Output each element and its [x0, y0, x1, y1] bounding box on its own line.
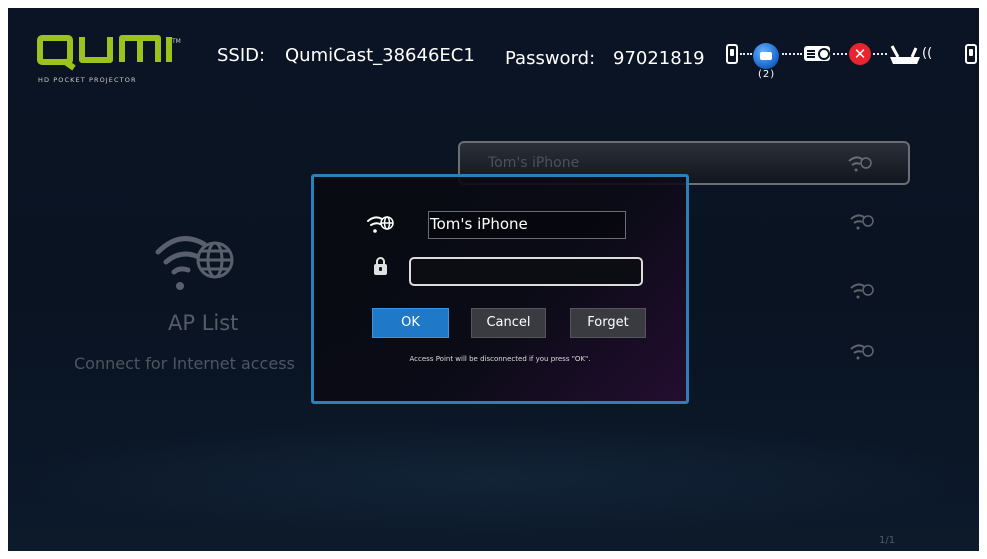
connection-dots	[873, 53, 887, 57]
wifi-globe-icon	[155, 236, 234, 290]
wifi-globe-icon	[848, 156, 872, 172]
password-label: Password:	[505, 48, 596, 69]
ok-button[interactable]: OK	[372, 308, 449, 338]
connection-dots	[833, 53, 847, 57]
qumicast-icon	[753, 43, 779, 69]
page-indicator: 1/1	[879, 535, 896, 546]
x-circle-icon: ✕	[849, 43, 871, 65]
cancel-button[interactable]: Cancel	[471, 308, 546, 338]
router-icon	[890, 45, 920, 64]
forget-button[interactable]: Forget	[570, 308, 646, 338]
wifi-globe-icon	[850, 214, 874, 230]
disconnect-warning: Access Point will be disconnected if you…	[409, 355, 591, 363]
trademark-mark: TM	[172, 38, 181, 45]
wifi-globe-icon	[367, 216, 394, 233]
logo-tagline: HD POCKET PROJECTOR	[38, 76, 137, 84]
ap-name-field[interactable]: Tom's iPhone	[428, 211, 626, 239]
ap-list-title: AP List	[168, 311, 239, 335]
qumi-logo: TM HD POCKET PROJECTOR	[36, 34, 186, 90]
ap-list-subtitle: Connect for Internet access	[74, 354, 295, 373]
ap-connect-dialog: Tom's iPhone OK Cancel Forget Access Poi…	[311, 174, 689, 404]
password-input[interactable]	[409, 257, 643, 286]
connection-status-bar: (2) ✕ ((	[726, 43, 979, 86]
connection-dots	[782, 53, 802, 57]
password-value: 97021819	[613, 48, 705, 69]
qumi-logo-mark	[37, 35, 172, 71]
ssid-value: QumiCast_38646EC1	[285, 45, 475, 66]
wifi-globe-icon	[850, 344, 874, 360]
wifi-globe-icon	[850, 283, 874, 299]
ap-name: Tom's iPhone	[488, 155, 580, 171]
lock-icon	[374, 257, 387, 275]
signal-waves-icon: ((	[922, 46, 933, 61]
projector-screen: TM HD POCKET PROJECTOR SSID: QumiCast_38…	[8, 8, 979, 551]
phone-icon	[726, 44, 738, 64]
connected-count: (2)	[758, 69, 776, 80]
phone-icon	[965, 44, 977, 64]
ssid-label: SSID:	[217, 45, 266, 66]
projector-icon	[804, 46, 830, 61]
connection-dots	[740, 53, 752, 57]
